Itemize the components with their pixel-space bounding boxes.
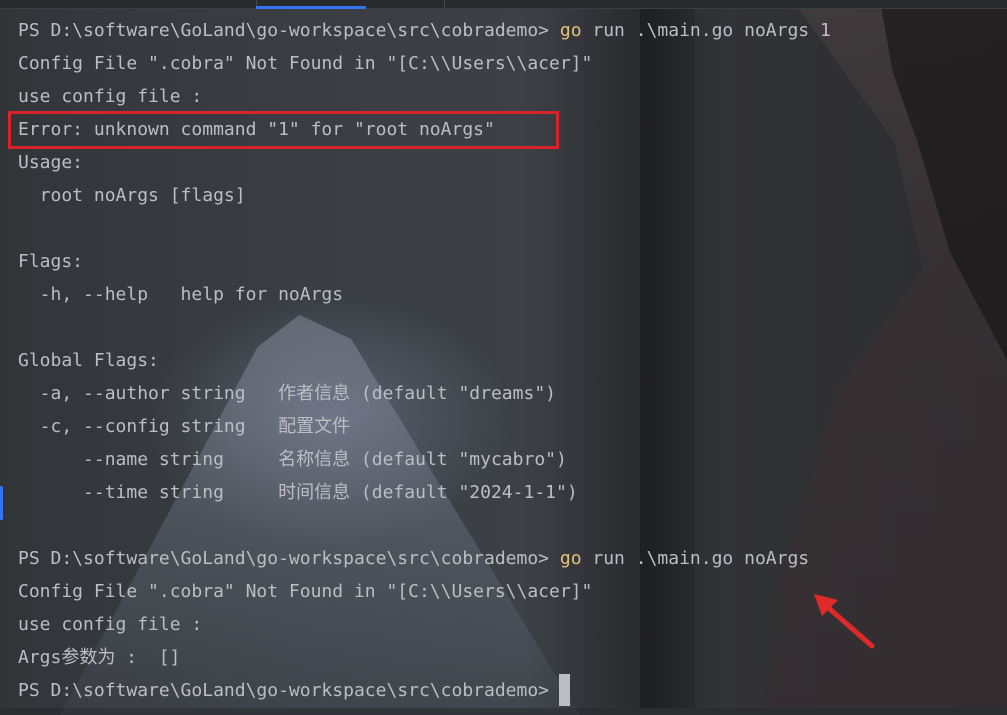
output-line: -a, --author string 作者信息 (default "dream…	[18, 383, 556, 404]
prompt-line: PS D:\software\GoLand\go-workspace\src\c…	[0, 542, 1007, 575]
output-line: --name string 名称信息 (default "mycabro")	[18, 449, 567, 470]
prompt-text: PS D:\software\GoLand\go-workspace\src\c…	[18, 680, 550, 701]
command-args: run .\main.go noArgs 1	[581, 20, 831, 41]
output-line: -h, --help help for noArgs	[18, 284, 344, 305]
output-line: use config file :	[18, 86, 203, 107]
command-args: run .\main.go noArgs	[581, 548, 810, 569]
prompt-line: PS D:\software\GoLand\go-workspace\src\c…	[0, 14, 1007, 47]
error-highlight-box	[8, 111, 559, 149]
tab-bar	[0, 0, 1007, 9]
command-keyword: go	[559, 20, 582, 41]
red-arrow-annotation	[814, 594, 875, 649]
output-line: Config File ".cobra" Not Found in "[C:\\…	[18, 53, 593, 74]
prompt-line[interactable]: PS D:\software\GoLand\go-workspace\src\c…	[0, 674, 1007, 707]
active-tab-indicator[interactable]	[256, 6, 366, 9]
tab-separator	[444, 0, 445, 8]
output-line: Global Flags:	[18, 350, 159, 371]
prompt-text: PS D:\software\GoLand\go-workspace\src\c…	[18, 548, 560, 569]
output-line: root noArgs [flags]	[18, 185, 246, 206]
output-line: Flags:	[18, 251, 84, 272]
output-line: --time string 时间信息 (default "2024-1-1")	[18, 482, 578, 503]
output-line: Usage:	[18, 152, 84, 173]
output-line: -c, --config string 配置文件	[18, 416, 351, 437]
command-keyword: go	[559, 548, 582, 569]
prompt-text: PS D:\software\GoLand\go-workspace\src\c…	[18, 20, 560, 41]
text-cursor	[559, 674, 571, 706]
